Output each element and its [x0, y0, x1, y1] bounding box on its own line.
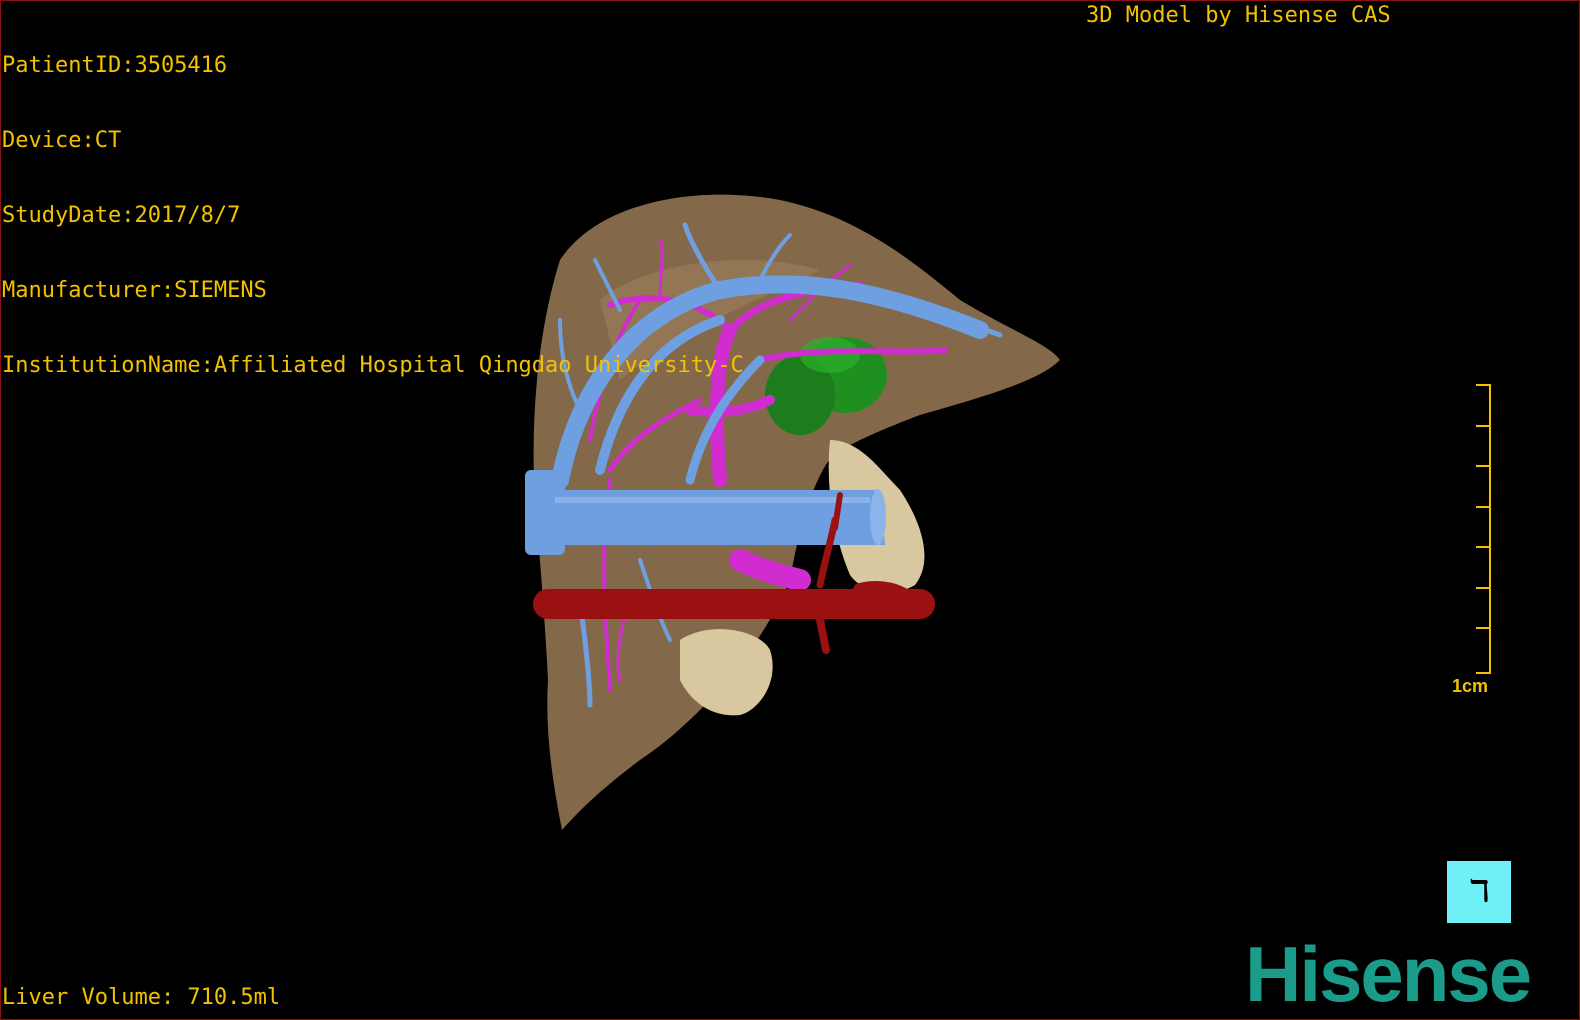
orientation-button[interactable]: ℸ — [1447, 861, 1511, 923]
scale-bar-label: 1cm — [1452, 676, 1489, 696]
manufacturer-label: Manufacturer:SIEMENS — [2, 278, 267, 303]
model-brand-label: 3D Model by Hisense CAS — [1086, 3, 1391, 28]
scale-bar — [1476, 384, 1491, 674]
study-info-panel: PatientID:3505416 Device:CT StudyDate:20… — [2, 3, 744, 403]
hisense-logo: Hisense — [1245, 930, 1532, 1018]
device-label: Device:CT — [2, 128, 122, 153]
study-date-label: StudyDate:2017/8/7 — [2, 203, 241, 228]
patient-id-label: PatientID:3505416 — [2, 53, 228, 78]
institution-label: InstitutionName:Affiliated Hospital Qing… — [2, 353, 744, 378]
orientation-posterior-icon: ℸ — [1468, 874, 1490, 909]
liver-volume-label: Liver Volume: 710.5ml — [2, 985, 281, 1010]
